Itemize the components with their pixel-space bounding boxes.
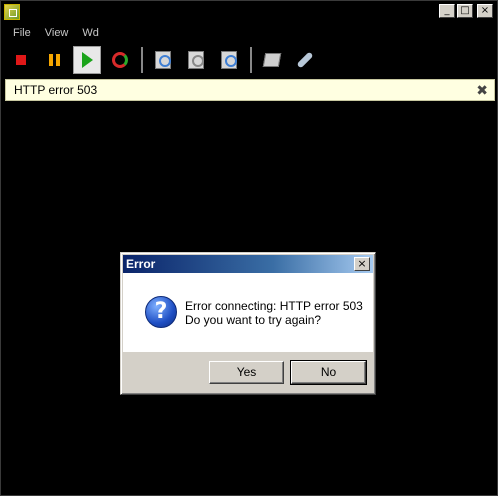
gear-doc-icon — [155, 51, 171, 69]
pause-icon — [48, 54, 60, 66]
pause-button[interactable] — [40, 46, 68, 74]
app-icon — [4, 4, 20, 20]
error-dialog: Error × ? Error connecting: HTTP error 5… — [120, 252, 376, 395]
dialog-message-line-2: Do you want to try again? — [185, 313, 322, 327]
maximize-button[interactable]: □ — [457, 4, 473, 18]
play-icon — [81, 52, 93, 68]
menu-file[interactable]: File — [13, 27, 31, 39]
tool-3-button[interactable] — [215, 46, 243, 74]
dialog-close-button[interactable]: × — [354, 257, 370, 271]
toolbar — [1, 43, 497, 77]
question-icon: ? — [145, 296, 177, 328]
dialog-message-line-1: Error connecting: HTTP error 503 — [185, 299, 363, 313]
title-bar[interactable]: _ □ × — [1, 1, 497, 23]
yes-button[interactable]: Yes — [209, 361, 284, 384]
wrench-icon — [296, 51, 314, 69]
stop-button[interactable] — [7, 46, 35, 74]
close-icon[interactable]: ✖ — [476, 83, 488, 97]
tool-1-button[interactable] — [149, 46, 177, 74]
minimize-button[interactable]: _ — [439, 4, 455, 18]
gear-doc-icon — [221, 51, 237, 69]
dialog-message: Error connecting: HTTP error 503 Do you … — [185, 299, 363, 327]
play-button[interactable] — [73, 46, 101, 74]
menu-bar: File View Wd — [1, 23, 497, 43]
app-window: _ □ × File View Wd HTTP error 503 ✖ Erro… — [0, 0, 498, 496]
stop-icon — [16, 55, 26, 65]
info-bar: HTTP error 503 ✖ — [5, 79, 495, 101]
gear-doc-icon — [188, 51, 204, 69]
info-bar-text: HTTP error 503 — [14, 83, 98, 97]
edit-button[interactable] — [258, 46, 286, 74]
refresh-button[interactable] — [106, 46, 134, 74]
toolbar-separator — [141, 47, 143, 73]
close-button[interactable]: × — [477, 4, 493, 18]
menu-view[interactable]: View — [45, 27, 69, 39]
tool-2-button[interactable] — [182, 46, 210, 74]
toolbar-separator — [250, 47, 252, 73]
refresh-icon — [112, 52, 128, 68]
dialog-title: Error — [126, 257, 156, 271]
edit-icon — [262, 53, 282, 67]
menu-wd[interactable]: Wd — [82, 27, 99, 39]
dialog-body: ? Error connecting: HTTP error 503 Do yo… — [123, 273, 373, 352]
wrench-button[interactable] — [291, 46, 319, 74]
window-controls: _ □ × — [439, 4, 493, 18]
dialog-title-bar[interactable]: Error × — [123, 255, 373, 273]
no-button[interactable]: No — [290, 360, 367, 385]
